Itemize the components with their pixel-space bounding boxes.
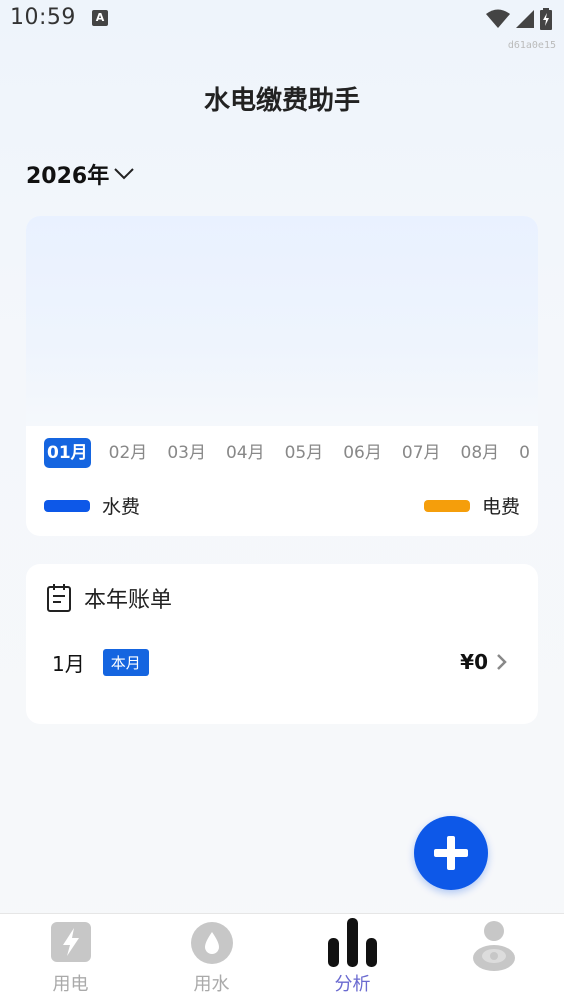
year-selector[interactable]: 2026年 — [26, 158, 135, 190]
status-time: 10:59 — [10, 5, 76, 30]
month-chip[interactable]: 0 — [517, 438, 532, 468]
page-title: 水电缴费助手 — [203, 86, 360, 116]
month-chip[interactable]: 05月 — [283, 438, 326, 468]
status-bar: 10:59 A — [0, 0, 564, 40]
nav-item-water[interactable]: 用水 — [141, 914, 282, 1004]
plus-icon — [434, 836, 468, 870]
month-chip[interactable]: 02月 — [107, 438, 150, 468]
legend-label-water: 水费 — [102, 496, 141, 518]
chevron-down-icon — [114, 168, 134, 180]
nav-label-water: 用水 — [193, 974, 230, 995]
annual-bill-card: 本年账单 1月 本月 ¥0 — [26, 564, 538, 724]
bill-card-header: 本年账单 — [46, 582, 172, 614]
month-chip[interactable]: 04月 — [224, 438, 267, 468]
notification-icon: A — [92, 10, 108, 26]
legend-label-electric: 电费 — [481, 496, 520, 518]
year-value: 2026年 — [26, 164, 110, 189]
calendar-icon — [47, 584, 71, 612]
build-id: d61a0e15 — [507, 40, 556, 51]
bar-chart-icon — [327, 918, 377, 967]
month-chip[interactable]: 03月 — [165, 438, 208, 468]
chevron-right-icon — [497, 654, 507, 670]
water-drop-icon — [190, 922, 233, 964]
month-chip[interactable]: 06月 — [341, 438, 384, 468]
nav-label-electricity: 用电 — [52, 974, 89, 995]
month-chip[interactable]: 07月 — [400, 438, 443, 468]
legend-item-water: 水费 — [44, 492, 140, 519]
month-selector[interactable]: 01月 02月 03月 04月 05月 06月 07月 08月 0 — [44, 438, 532, 468]
bill-row[interactable]: 1月 本月 ¥0 — [52, 648, 508, 676]
month-chip[interactable]: 01月 — [44, 438, 91, 468]
battery-icon — [540, 8, 552, 30]
cellular-signal-icon — [516, 10, 534, 28]
bill-month: 1月 — [52, 651, 85, 676]
nav-label-analysis: 分析 — [334, 974, 371, 995]
nav-item-electricity[interactable]: 用电 — [0, 914, 141, 1004]
legend-item-electric: 电费 — [423, 492, 520, 519]
bill-card-title: 本年账单 — [84, 588, 173, 613]
current-month-badge: 本月 — [102, 648, 149, 676]
legend-swatch-electric — [423, 499, 470, 512]
month-chip[interactable]: 08月 — [459, 438, 502, 468]
nav-item-analysis[interactable]: 分析 — [282, 914, 423, 1004]
chart-card: 01月 02月 03月 04月 05月 06月 07月 08月 0 水费 电费 — [26, 216, 538, 536]
bottom-nav: 用电 用水 分析 — [0, 913, 564, 1004]
chart-legend: 水费 电费 — [44, 492, 520, 518]
legend-swatch-water — [44, 499, 90, 512]
lightning-icon — [50, 922, 91, 962]
bill-amount: ¥0 — [460, 650, 488, 674]
profile-icon — [472, 921, 515, 971]
nav-item-profile[interactable] — [423, 914, 564, 1004]
wifi-icon — [486, 9, 510, 28]
chart-plot-area — [26, 216, 538, 426]
add-button[interactable] — [414, 816, 488, 890]
status-icons — [486, 8, 552, 30]
